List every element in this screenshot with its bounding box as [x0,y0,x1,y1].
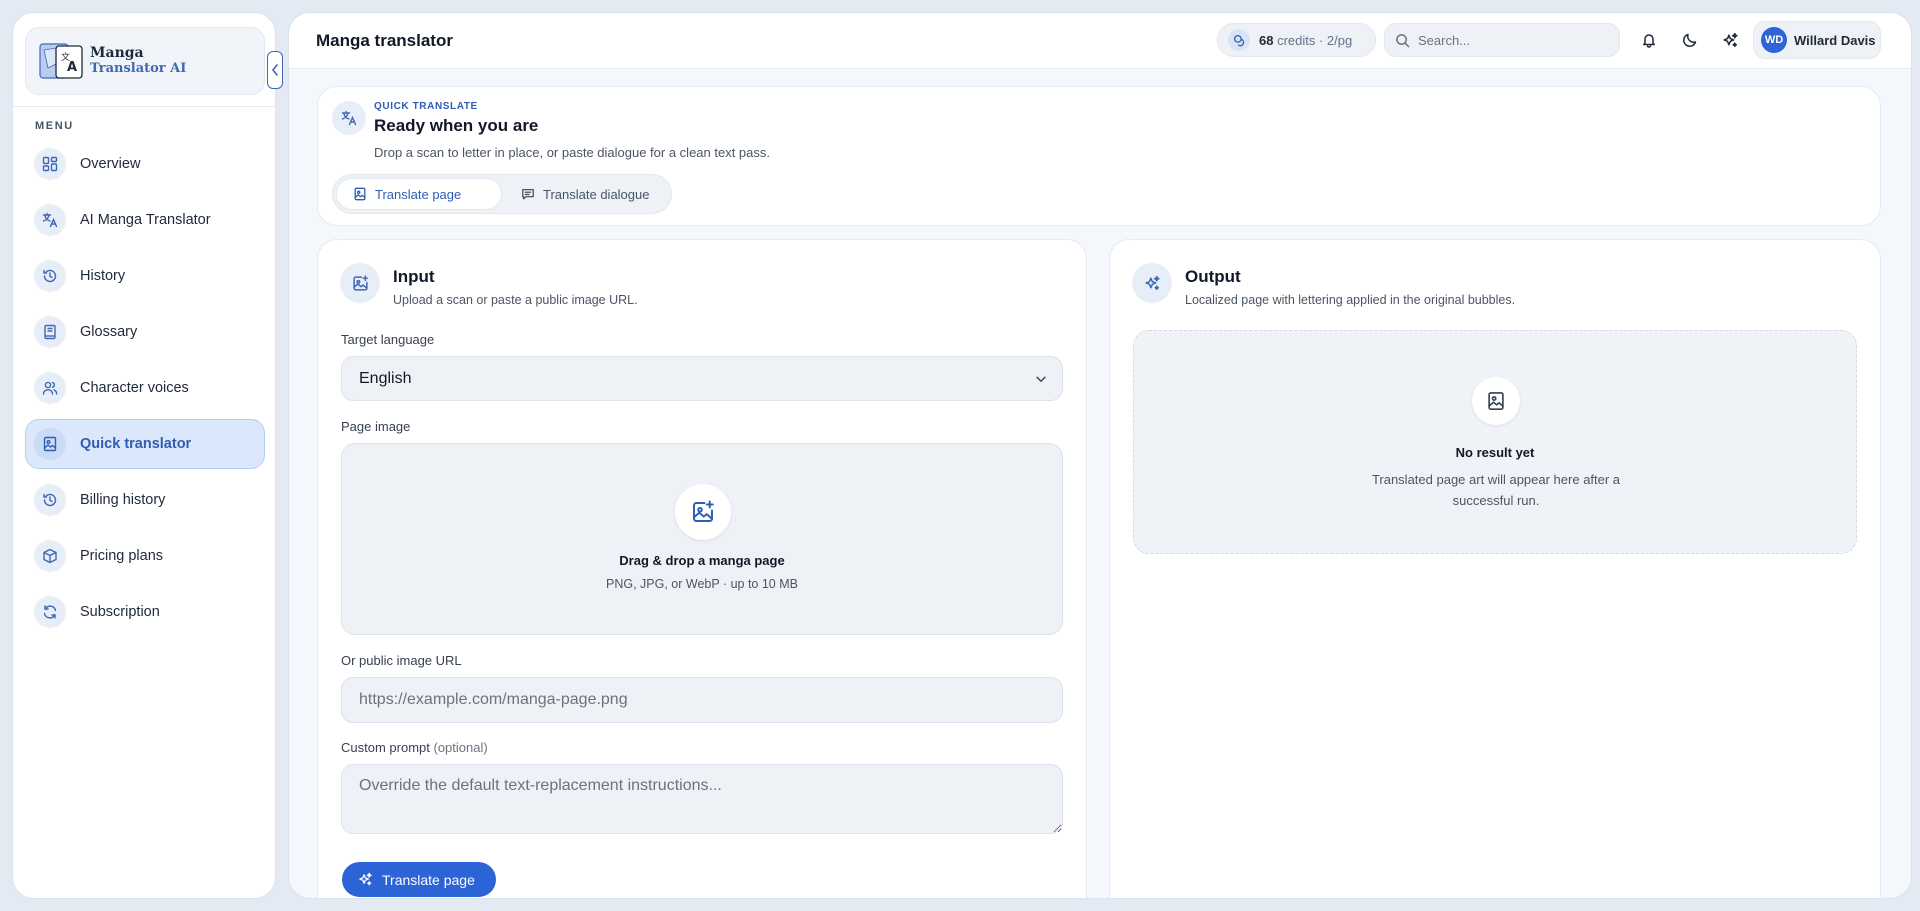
sparkles-icon [1722,32,1738,47]
search-icon [1396,33,1410,47]
bell-icon [1643,34,1655,48]
top-bar: Manga translator 68 credits · 2/pg WD Wi… [289,13,1911,69]
history-icon [34,260,66,292]
moon-icon [1683,33,1697,47]
user-menu[interactable]: WD Willard Davis [1753,21,1881,59]
notifications-button[interactable] [1634,25,1664,55]
tab-translate-dialogue[interactable]: Translate dialogue [505,178,665,210]
custom-prompt-label: Custom prompt (optional) [341,740,488,755]
search-box[interactable] [1384,23,1620,57]
svg-text:A: A [67,60,77,75]
search-input[interactable] [1418,32,1608,48]
input-panel: Input Upload a scan or paste a public im… [317,239,1087,898]
sidebar-nav: Overview AI Manga Translator History Glo… [25,139,265,643]
sidebar-item-quick-translator[interactable]: Quick translator [25,419,265,469]
brand-name-line2: Translator AI [90,61,187,76]
user-name: Willard Davis [1794,32,1876,48]
image-page-icon [34,428,66,460]
banner-eyebrow: QUICK TRANSLATE [374,101,478,112]
sidebar-item-glossary[interactable]: Glossary [25,307,265,357]
theme-toggle-button[interactable] [1675,25,1705,55]
translate-icon [34,204,66,236]
sidebar-item-label: Pricing plans [80,548,164,564]
quick-translate-banner: QUICK TRANSLATE Ready when you are Drop … [317,86,1881,226]
coins-icon [1228,29,1250,51]
sidebar-item-ai-manga-translator[interactable]: AI Manga Translator [25,195,265,245]
credits-rate: credits · 2/pg [1277,32,1353,48]
history-icon [34,484,66,516]
sidebar-item-label: Subscription [80,604,160,620]
sidebar-item-label: Billing history [80,492,166,508]
sparkles-icon [1132,263,1172,303]
tab-translate-page[interactable]: Translate page [336,178,502,210]
sidebar-item-pricing-plans[interactable]: Pricing plans [25,531,265,581]
empty-state-title: No result yet [1455,445,1535,460]
collapse-sidebar-button[interactable] [267,51,283,89]
image-url-label: Or public image URL [341,653,462,668]
target-language-label: Target language [341,332,435,347]
avatar: WD [1761,27,1787,53]
manga-translator-logo-icon: 文 A [39,43,83,79]
package-icon [34,540,66,572]
custom-prompt-label-text: Custom prompt [341,740,430,755]
sparkles-icon [359,872,372,886]
chevron-left-icon [271,64,278,76]
page-title: Manga translator [316,31,453,50]
sidebar-item-overview[interactable]: Overview [25,139,265,189]
sidebar-item-subscription[interactable]: Subscription [25,587,265,637]
book-icon [34,316,66,348]
translate-icon [332,101,366,135]
banner-subtitle: Drop a scan to letter in place, or paste… [374,145,771,160]
grid-icon [34,148,66,180]
image-page-icon [354,187,366,201]
sidebar-item-billing-history[interactable]: Billing history [25,475,265,525]
credits-count: 68 [1259,32,1274,48]
tab-label: Translate page [375,186,462,202]
dropzone-title: Drag & drop a manga page [619,553,785,568]
sidebar-item-history[interactable]: History [25,251,265,301]
banner-title: Ready when you are [374,116,539,135]
image-upload-icon [340,263,380,303]
image-page-icon [1472,377,1520,425]
dropzone-hint: PNG, JPG, or WebP · up to 10 MB [606,577,798,591]
refresh-icon [34,596,66,628]
brand-name-line1: Manga [90,45,144,61]
sidebar-item-label: Character voices [80,380,189,396]
sidebar-item-label: Quick translator [80,436,192,452]
output-panel-title: Output [1185,267,1241,286]
input-panel-title: Input [393,267,435,286]
tab-label: Translate dialogue [543,186,650,202]
chevron-down-icon [1036,376,1046,382]
sidebar-item-label: Glossary [80,324,138,340]
menu-section-label: MENU [35,120,74,132]
sidebar-divider [13,106,275,107]
sidebar: 文 A Manga Translator AI MENU Overview AI… [12,12,283,899]
sidebar-item-label: Overview [80,156,141,172]
page-image-label: Page image [341,419,411,434]
sidebar-item-label: History [80,268,126,284]
result-placeholder: No result yet Translated page art will a… [1133,330,1857,554]
empty-state-text: Translated page art will appear here aft… [1371,472,1621,508]
main-content: Manga translator 68 credits · 2/pg WD Wi… [288,12,1912,899]
sidebar-item-character-voices[interactable]: Character voices [25,363,265,413]
page-image-dropzone[interactable]: Drag & drop a manga page PNG, JPG, or We… [341,443,1063,635]
mode-switch: Translate page Translate dialogue [332,174,672,214]
target-language-select[interactable]: English [341,356,1063,401]
button-label: Translate page [382,871,475,888]
custom-prompt-textarea[interactable] [341,764,1063,834]
optional-tag: (optional) [433,740,488,755]
image-url-input[interactable] [341,677,1063,723]
output-panel: Output Localized page with lettering app… [1109,239,1881,898]
ai-sparkle-button[interactable] [1715,25,1745,55]
message-icon [522,188,534,200]
target-language-value: English [359,369,412,387]
sidebar-item-label: AI Manga Translator [80,212,211,228]
users-icon [34,372,66,404]
credits-badge[interactable]: 68 credits · 2/pg [1217,23,1376,57]
image-upload-icon [675,484,731,540]
output-panel-subtitle: Localized page with lettering applied in… [1185,293,1516,307]
input-panel-subtitle: Upload a scan or paste a public image UR… [393,293,638,307]
translate-page-button[interactable]: Translate page [342,862,496,897]
brand-logo-card[interactable]: 文 A Manga Translator AI [25,27,265,95]
